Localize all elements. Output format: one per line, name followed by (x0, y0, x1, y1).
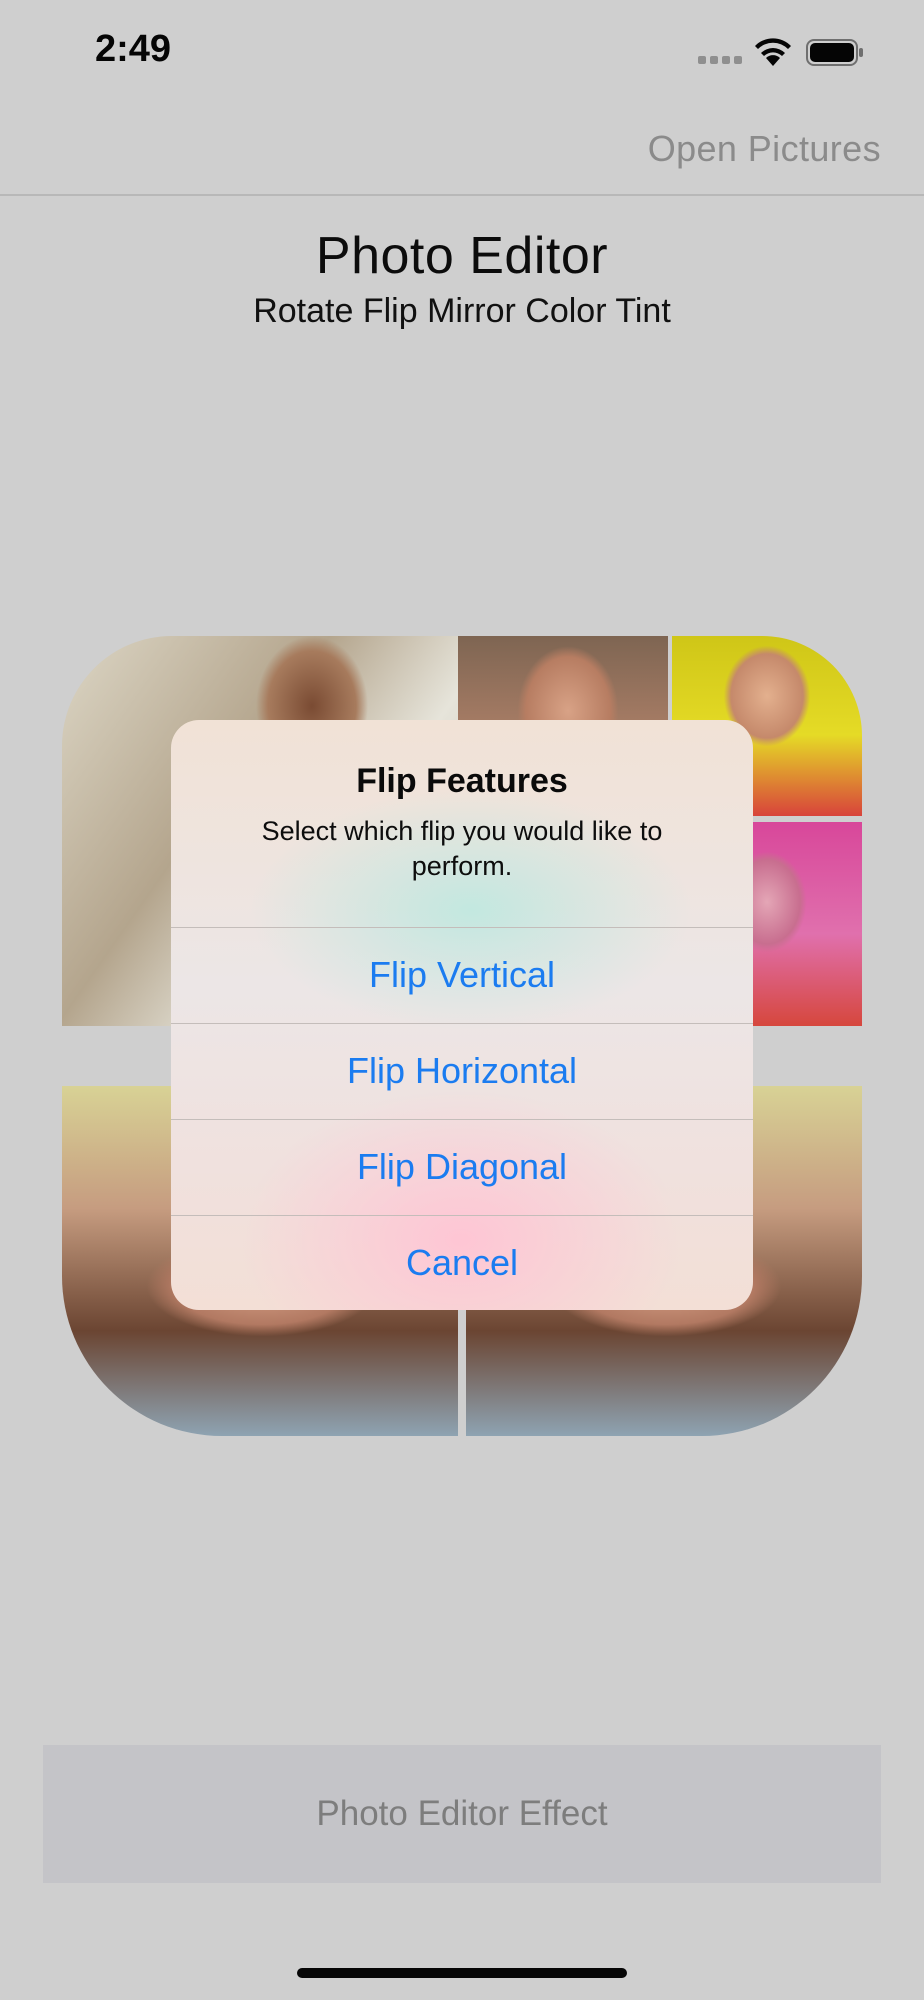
flip-vertical-button[interactable]: Flip Vertical (171, 927, 753, 1023)
alert-message: Select which flip you would like to perf… (261, 816, 663, 881)
alert-title: Flip Features (356, 762, 568, 800)
home-indicator[interactable] (297, 1968, 627, 1978)
cancel-button[interactable]: Cancel (171, 1215, 753, 1310)
flip-horizontal-button[interactable]: Flip Horizontal (171, 1023, 753, 1119)
flip-features-alert: Flip Features Select which flip you woul… (171, 720, 753, 1310)
flip-diagonal-button[interactable]: Flip Diagonal (171, 1119, 753, 1215)
